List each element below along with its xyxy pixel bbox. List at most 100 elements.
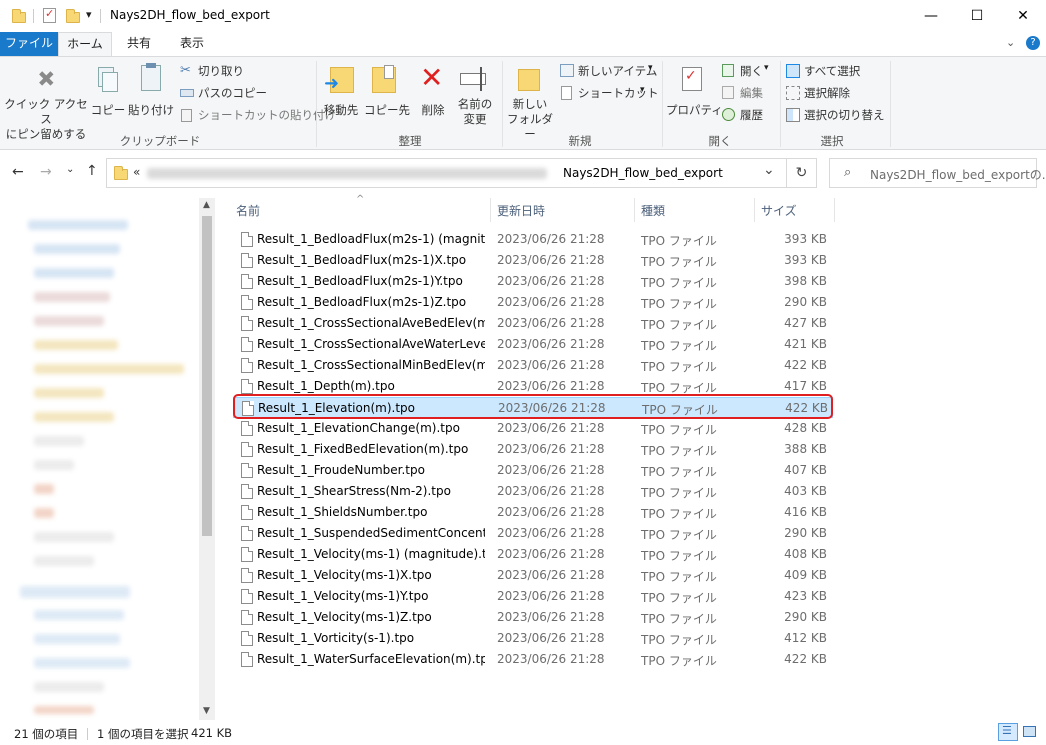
file-row[interactable]: Result_1_Velocity(ms-1) (magnitude).tpo 2… <box>233 544 833 565</box>
file-row[interactable]: Result_1_CrossSectionalMinBedElev(m).tpo… <box>233 355 833 376</box>
copy-button[interactable]: コピー <box>90 63 126 129</box>
file-name: Result_1_WaterSurfaceElevation(m).tpo <box>257 652 485 666</box>
file-name: Result_1_CrossSectionalMinBedElev(m).tpo <box>257 358 485 372</box>
history-label: 履歴 <box>740 108 763 122</box>
file-row[interactable]: Result_1_Velocity(ms-1)Y.tpo 2023/06/26 2… <box>233 586 833 607</box>
address-folder-icon <box>114 166 128 180</box>
pin-quick-access-button[interactable]: ✚ クイック アクセス にピン留めする <box>4 63 88 141</box>
file-row[interactable]: Result_1_WaterSurfaceElevation(m).tpo 202… <box>233 649 833 670</box>
file-row[interactable]: Result_1_CrossSectionalAveWaterLevel(m..… <box>233 334 833 355</box>
file-row[interactable]: Result_1_Vorticity(s-1).tpo 2023/06/26 21… <box>233 628 833 649</box>
file-date: 2023/06/26 21:28 <box>497 295 605 309</box>
scroll-up-icon[interactable]: ▲ <box>203 200 210 210</box>
paste-button[interactable]: 貼り付け <box>128 63 174 129</box>
file-name: Result_1_BedloadFlux(m2s-1)X.tpo <box>257 253 467 267</box>
window-title: Nays2DH_flow_bed_export <box>110 8 270 22</box>
tab-file[interactable]: ファイル <box>0 32 58 56</box>
file-size: 290 KB <box>784 526 827 540</box>
file-row[interactable]: Result_1_BedloadFlux(m2s-1) (magnitude..… <box>233 229 833 250</box>
file-date: 2023/06/26 21:28 <box>497 547 605 561</box>
paste-shortcut-button[interactable]: ショートカットの貼り付け <box>178 107 336 125</box>
open-button[interactable]: 開く ▾ <box>720 63 776 81</box>
file-icon <box>241 589 253 604</box>
file-name: Result_1_BedloadFlux(m2s-1) (magnitude..… <box>257 232 485 246</box>
file-date: 2023/06/26 21:28 <box>497 232 605 246</box>
file-row[interactable]: Result_1_ShearStress(Nm-2).tpo 2023/06/26… <box>233 481 833 502</box>
close-button[interactable]: ✕ <box>1000 0 1046 32</box>
tab-share[interactable]: 共有 <box>114 32 164 56</box>
maximize-button[interactable]: ☐ <box>954 0 1000 32</box>
ribbon-collapse-icon[interactable]: ⌄ <box>1006 36 1015 49</box>
file-row[interactable]: Result_1_CrossSectionalAveBedElev(m).tpo… <box>233 313 833 334</box>
file-row[interactable]: Result_1_FroudeNumber.tpo 2023/06/26 21:2… <box>233 460 833 481</box>
new-item-button[interactable]: 新しいアイテム ▾ <box>558 63 658 81</box>
file-row[interactable]: Result_1_BedloadFlux(m2s-1)Z.tpo 2023/06/… <box>233 292 833 313</box>
help-icon[interactable]: ? <box>1026 36 1040 50</box>
file-name: Result_1_FroudeNumber.tpo <box>257 463 425 477</box>
pin-label: クイック アクセス にピン留めする <box>4 97 88 141</box>
copy-to-button[interactable]: コピー先 <box>364 63 410 129</box>
column-header-date[interactable]: 更新日時 <box>497 203 545 223</box>
file-row[interactable]: Result_1_BedloadFlux(m2s-1)X.tpo 2023/06/… <box>233 250 833 271</box>
refresh-icon: ↻ <box>795 165 808 181</box>
rename-label: 名前の 変更 <box>457 97 493 126</box>
open-icon <box>722 64 734 77</box>
large-icons-view-icon <box>1023 726 1036 737</box>
rename-button[interactable]: 名前の 変更 <box>454 63 496 129</box>
file-name: Result_1_ShearStress(Nm-2).tpo <box>257 484 451 498</box>
column-header-type[interactable]: 種類 <box>641 203 665 223</box>
select-all-button[interactable]: すべて選択 <box>784 63 874 81</box>
search-box[interactable]: ⌕ Nays2DH_flow_bed_exportの... <box>829 158 1046 188</box>
file-type: TPO ファイル <box>641 570 717 584</box>
navigation-pane <box>0 198 215 720</box>
file-name: Result_1_Vorticity(s-1).tpo <box>257 631 415 645</box>
file-row[interactable]: Result_1_BedloadFlux(m2s-1)Y.tpo 2023/06/… <box>233 271 833 292</box>
file-name: Result_1_CrossSectionalAveBedElev(m).tpo <box>257 316 485 330</box>
address-dropdown-icon[interactable]: ⌄ <box>763 162 775 178</box>
shortcut-button[interactable]: ショートカット ▾ <box>558 85 659 103</box>
file-size: 393 KB <box>784 232 827 246</box>
new-folder-qat-icon[interactable] <box>66 9 80 23</box>
address-bar[interactable]: « Nays2DH_flow_bed_export ⌄ <box>106 158 787 188</box>
shortcut-icon <box>561 86 572 100</box>
back-arrow-icon[interactable]: ← <box>12 164 24 180</box>
forward-arrow-icon[interactable]: → <box>40 164 52 180</box>
file-row[interactable]: Result_1_ElevationChange(m).tpo 2023/06/2… <box>233 418 833 439</box>
select-none-button[interactable]: 選択解除 <box>784 85 874 103</box>
column-header-name[interactable]: 名前 <box>236 203 260 223</box>
move-to-button[interactable]: ➜ 移動先 <box>320 63 362 129</box>
delete-button[interactable]: ✕ 削除 <box>412 61 454 129</box>
properties-button[interactable]: ✓ プロパティ <box>666 63 723 129</box>
up-arrow-icon[interactable]: ↑ <box>86 163 98 179</box>
copy-path-button[interactable]: パスのコピー <box>178 85 268 103</box>
sidebar-scrollbar[interactable]: ▲ ▼ <box>199 198 215 720</box>
select-none-icon <box>786 86 800 100</box>
recent-dropdown-icon[interactable]: ⌄ <box>66 164 74 175</box>
invert-selection-label: 選択の切り替え <box>804 108 885 122</box>
invert-selection-icon <box>786 108 800 122</box>
history-button[interactable]: 履歴 <box>720 107 776 125</box>
details-view-button[interactable]: ☰ <box>998 723 1018 741</box>
edit-button[interactable]: 編集 <box>720 85 776 103</box>
properties-check-icon[interactable]: ✓ <box>43 7 56 23</box>
file-row[interactable]: Result_1_Velocity(ms-1)Z.tpo 2023/06/26 2… <box>233 607 833 628</box>
file-row[interactable]: Result_1_Velocity(ms-1)X.tpo 2023/06/26 2… <box>233 565 833 586</box>
file-size: 422 KB <box>784 358 827 372</box>
large-icons-view-button[interactable] <box>1022 724 1038 739</box>
scroll-thumb[interactable] <box>202 216 212 536</box>
invert-selection-button[interactable]: 選択の切り替え <box>784 107 888 125</box>
column-header-size[interactable]: サイズ <box>761 203 797 223</box>
file-row[interactable]: Result_1_ShieldsNumber.tpo 2023/06/26 21:… <box>233 502 833 523</box>
new-folder-button[interactable]: 新しい フォルダー <box>504 63 556 141</box>
refresh-button[interactable]: ↻ <box>787 158 817 188</box>
file-row[interactable]: Result_1_SuspendedSedimentConcentrati...… <box>233 523 833 544</box>
cut-button[interactable]: ✂ 切り取り <box>178 63 258 81</box>
file-row[interactable]: Result_1_FixedBedElevation(m).tpo 2023/06… <box>233 439 833 460</box>
current-folder-breadcrumb[interactable]: Nays2DH_flow_bed_export <box>563 166 723 180</box>
tab-view[interactable]: 表示 <box>166 32 218 56</box>
file-icon <box>241 526 253 541</box>
scroll-down-icon[interactable]: ▼ <box>203 706 210 716</box>
minimize-button[interactable]: — <box>908 0 954 32</box>
qat-dropdown-icon[interactable]: ▾ <box>86 8 92 21</box>
tab-home[interactable]: ホーム <box>58 32 112 56</box>
